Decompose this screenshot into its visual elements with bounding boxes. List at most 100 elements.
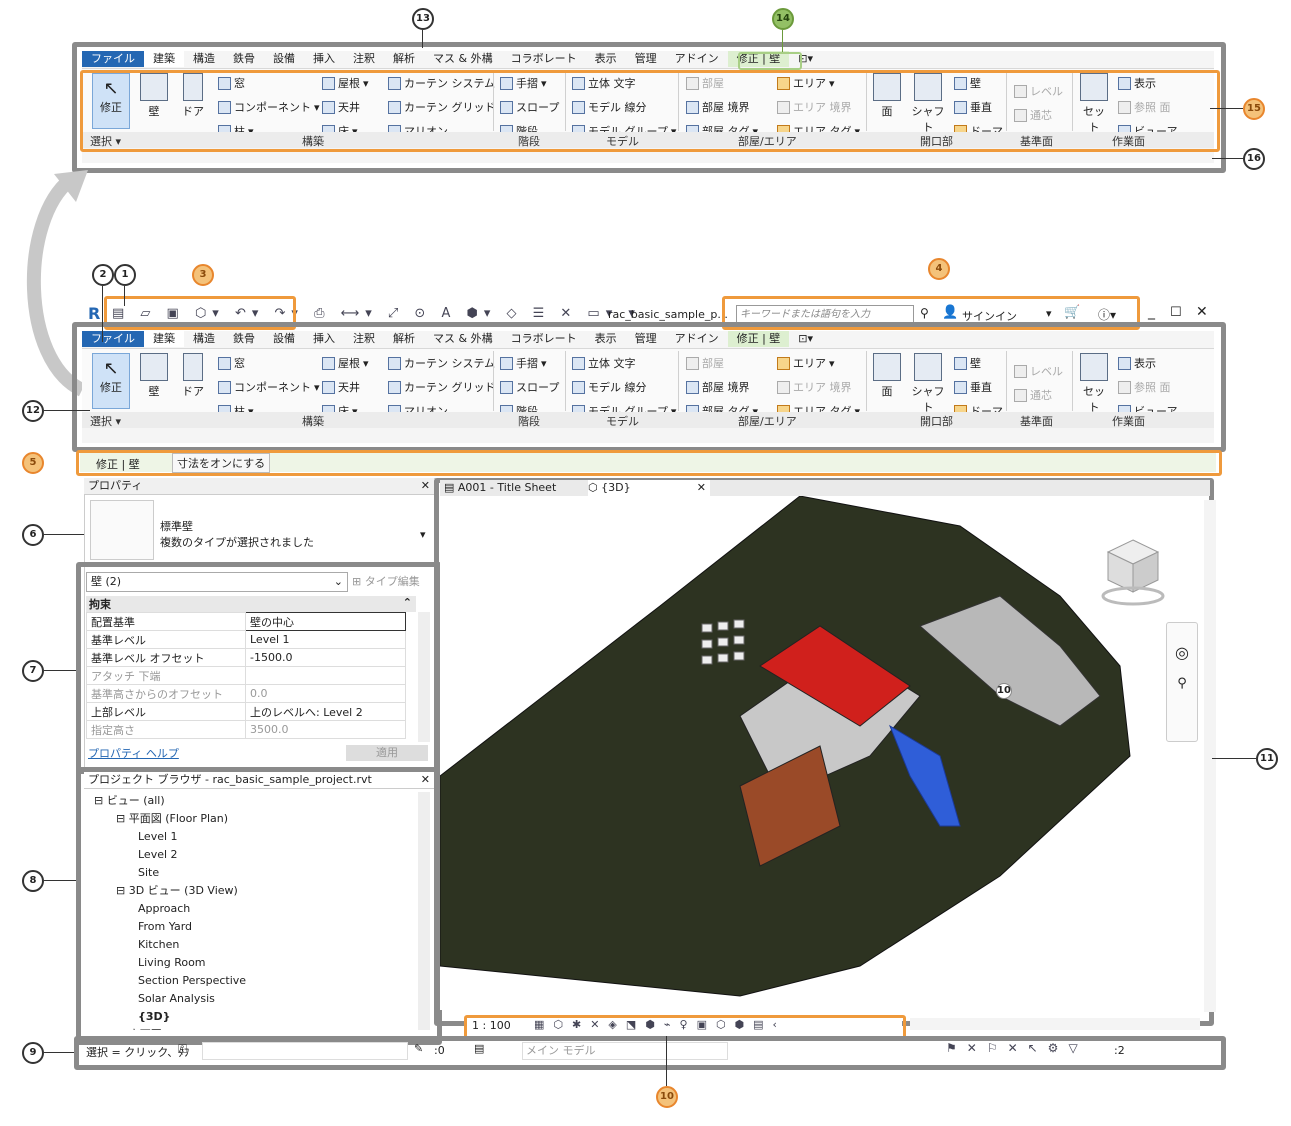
property-value[interactable]: 壁の中心	[245, 612, 406, 631]
railing-btn[interactable]: 手摺 ▾	[500, 355, 547, 371]
tab-insert[interactable]: 挿入	[304, 51, 344, 67]
design-options-icon[interactable]: ▤	[474, 1042, 484, 1055]
room-btn[interactable]: 部屋	[686, 355, 724, 371]
view-tab-3d[interactable]: ⬡ {3D} ✕	[588, 480, 710, 496]
browser-tree-item[interactable]: Level 2	[86, 846, 416, 864]
roof-btn[interactable]: 屋根 ▾	[322, 355, 369, 371]
tab-analyze[interactable]: 解析	[384, 51, 424, 67]
tab-close-icon[interactable]: ✕	[697, 480, 706, 496]
wall-button[interactable]: 壁	[138, 353, 170, 399]
browser-tree-item[interactable]: ⊟ 立面図 (Building Elevation)	[86, 1026, 416, 1030]
property-value[interactable]: -1500.0	[245, 648, 406, 667]
view-scale[interactable]: 1 : 100	[472, 1019, 511, 1032]
property-value[interactable]: Level 1	[245, 630, 406, 649]
browser-tree-item[interactable]: From Yard	[86, 918, 416, 936]
view-vscroll[interactable]	[1204, 500, 1216, 1012]
editable-only-icon[interactable]: ✎	[414, 1042, 423, 1055]
tab-structure[interactable]: 構造	[184, 331, 224, 347]
tab-insert[interactable]: 挿入	[304, 331, 344, 347]
window-btn[interactable]: 窓	[218, 355, 245, 371]
design-option-select[interactable]: メイン モデル	[522, 1042, 728, 1060]
tab-steel[interactable]: 鉄骨	[224, 331, 264, 347]
tab-addins[interactable]: アドイン	[666, 51, 728, 67]
tab-addins[interactable]: アドイン	[666, 331, 728, 347]
room-boundary-btn[interactable]: 部屋 境界	[686, 379, 750, 395]
expand-icon[interactable]: ⊟	[116, 812, 129, 825]
tab-collaborate[interactable]: コラボレート	[502, 331, 586, 347]
browser-tree-item[interactable]: Section Perspective	[86, 972, 416, 990]
edit-type-button[interactable]: ⊞ タイプ編集	[352, 573, 420, 589]
tab-file[interactable]: ファイル	[82, 331, 144, 347]
area-boundary-btn[interactable]: エリア 境界	[777, 379, 852, 395]
tab-massing[interactable]: マス & 外構	[424, 51, 502, 67]
model-text-btn[interactable]: 立体 文字	[572, 355, 636, 371]
steering-wheel-icon[interactable]: ◎	[1167, 643, 1197, 662]
tab-massing[interactable]: マス & 外構	[424, 331, 502, 347]
browser-tree-item[interactable]: Living Room	[86, 954, 416, 972]
close-icon[interactable]: ✕	[1196, 304, 1208, 320]
browser-tree-item[interactable]: Level 1	[86, 828, 416, 846]
browser-tree-item[interactable]: Approach	[86, 900, 416, 918]
dimension-toggle-button[interactable]: 寸法をオンにする	[172, 453, 271, 473]
selection-filter-icons[interactable]: ⚑✕⚐✕↖⚙▽	[946, 1041, 1088, 1055]
view-hscroll[interactable]	[910, 1018, 1200, 1030]
ceiling-btn[interactable]: 天井	[322, 379, 360, 395]
properties-close-icon[interactable]: ✕	[421, 478, 430, 494]
property-value[interactable]	[245, 666, 406, 685]
component-btn[interactable]: コンポーネント ▾	[218, 379, 320, 395]
expand-icon[interactable]: ⊟	[116, 1028, 129, 1030]
door-button[interactable]: ドア	[178, 353, 208, 399]
browser-tree-item[interactable]: {3D}	[86, 1008, 416, 1026]
tab-systems[interactable]: 設備	[264, 331, 304, 347]
show-btn[interactable]: 表示	[1118, 355, 1156, 371]
property-value[interactable]: 0.0	[245, 684, 406, 703]
vertical-btn[interactable]: 垂直	[954, 379, 992, 395]
browser-scrollbar[interactable]	[418, 792, 430, 1030]
panel-label-select[interactable]: 選択 ▾	[90, 413, 121, 429]
expand-icon[interactable]: ⊟	[116, 884, 129, 897]
shaft-button[interactable]: シャフト	[908, 353, 948, 415]
level-btn[interactable]: レベル	[1014, 363, 1063, 379]
ribbon-toggle-icon[interactable]: ⊡▾	[789, 331, 822, 347]
browser-close-icon[interactable]: ✕	[421, 772, 430, 788]
set-button[interactable]: セット	[1078, 353, 1110, 415]
tab-systems[interactable]: 設備	[264, 51, 304, 67]
minimize-icon[interactable]: _	[1148, 304, 1155, 320]
face-button[interactable]: 面	[872, 353, 902, 399]
properties-help-link[interactable]: プロパティ ヘルプ	[88, 745, 179, 761]
browser-tree-item[interactable]: ⊟ 平面図 (Floor Plan)	[86, 810, 416, 828]
tab-view[interactable]: 表示	[586, 51, 626, 67]
browser-tree-item[interactable]: Site	[86, 864, 416, 882]
grid-btn[interactable]: 通芯	[1014, 387, 1052, 403]
ramp-btn[interactable]: スロープ	[500, 379, 559, 395]
property-value[interactable]: 3500.0	[245, 720, 406, 739]
modify-button[interactable]: ↖ 修正	[92, 353, 130, 409]
instance-selector[interactable]: 壁 (2) ⌄	[86, 572, 348, 592]
area-btn[interactable]: エリア ▾	[777, 355, 835, 371]
viewcube[interactable]: 上 前 右	[1100, 538, 1166, 608]
tab-collaborate[interactable]: コラボレート	[502, 51, 586, 67]
tab-analyze[interactable]: 解析	[384, 331, 424, 347]
tab-file[interactable]: ファイル	[82, 51, 144, 67]
zoom-icon[interactable]: ⚲	[1167, 676, 1197, 691]
tab-annotate[interactable]: 注釈	[344, 331, 384, 347]
constraints-group-header[interactable]: 拘束 ⌃	[86, 596, 416, 612]
expand-icon[interactable]: ⊟	[94, 794, 107, 807]
tab-manage[interactable]: 管理	[626, 51, 666, 67]
tab-steel[interactable]: 鉄骨	[224, 51, 264, 67]
tab-manage[interactable]: 管理	[626, 331, 666, 347]
curtain-system-btn[interactable]: カーテン システム	[388, 355, 495, 371]
navigation-bar[interactable]: ◎ ⚲	[1166, 622, 1198, 742]
tab-structure[interactable]: 構造	[184, 51, 224, 67]
workset-field[interactable]	[202, 1042, 408, 1060]
type-dropdown-icon[interactable]: ▾	[420, 528, 426, 541]
ref-plane-btn[interactable]: 参照 面	[1118, 379, 1171, 395]
tab-view[interactable]: 表示	[586, 331, 626, 347]
curtain-grid-btn[interactable]: カーテン グリッド	[388, 379, 496, 395]
properties-scrollbar[interactable]	[418, 612, 430, 742]
view-tab-sheet[interactable]: ▤ A001 - Title Sheet	[444, 480, 556, 496]
workset-icon[interactable]: ⚿	[178, 1042, 187, 1057]
browser-tree-item[interactable]: Kitchen	[86, 936, 416, 954]
browser-tree-item[interactable]: ⊟ 3D ビュー (3D View)	[86, 882, 416, 900]
tab-architecture[interactable]: 建築	[144, 51, 184, 67]
